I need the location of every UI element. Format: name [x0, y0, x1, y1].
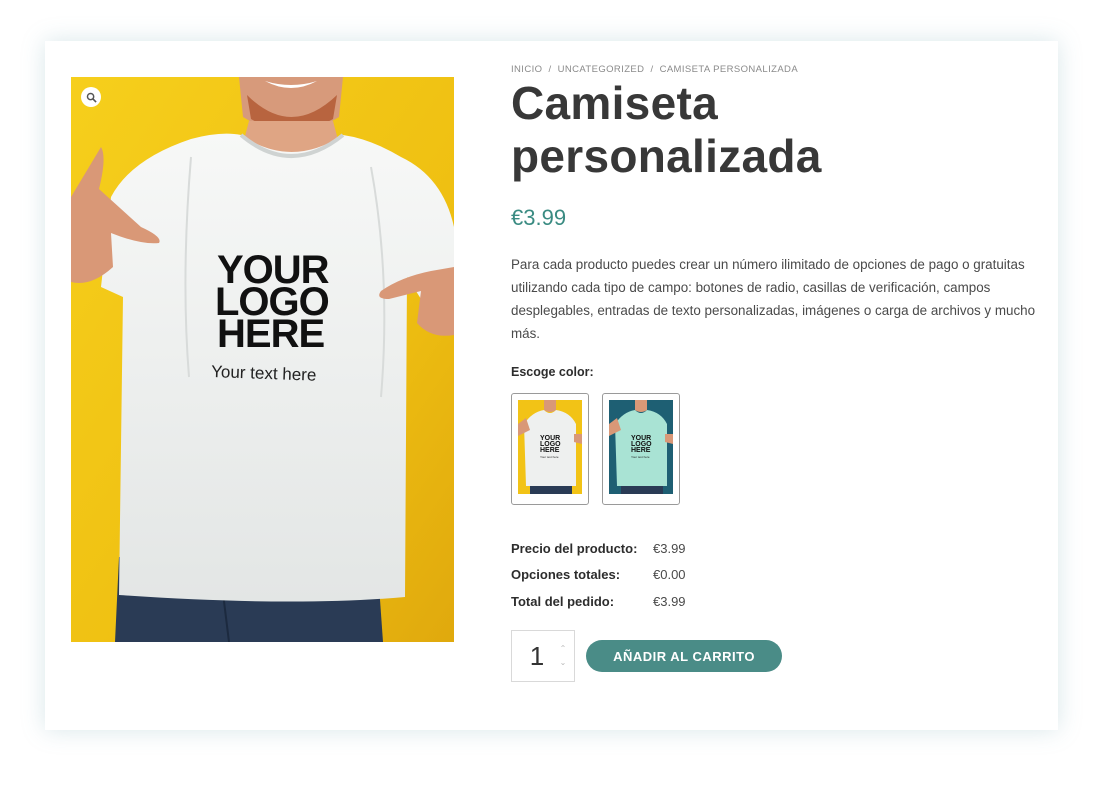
color-swatch-teal[interactable]: YOUR LOGO HERE Your text here: [602, 393, 680, 505]
price-totals: Precio del producto: €3.99 Opciones tota…: [511, 535, 686, 615]
product-price: €3.99: [511, 205, 567, 230]
order-total-row: Total del pedido: €3.99: [511, 588, 686, 615]
product-description: Para cada producto puedes crear un númer…: [511, 257, 1036, 341]
breadcrumb: INICIO / UNCATEGORIZED / CAMISETA PERSON…: [511, 64, 798, 75]
product-image[interactable]: YOUR LOGO HERE Your text here: [71, 77, 454, 642]
order-total-value: €3.99: [653, 593, 686, 609]
svg-text:Your text here: Your text here: [540, 455, 559, 459]
chevron-up-icon[interactable]: ⌃: [560, 645, 567, 653]
print-line-3: HERE: [217, 312, 324, 356]
breadcrumb-home-link[interactable]: INICIO: [511, 64, 542, 75]
svg-text:Your text here: Your text here: [631, 455, 650, 459]
order-total-label: Total del pedido:: [511, 593, 615, 609]
product-price-row: Precio del producto: €3.99: [511, 535, 686, 562]
options-total-label: Opciones totales:: [511, 567, 621, 583]
product-price-label: Precio del producto:: [511, 540, 638, 556]
add-to-cart-button[interactable]: AÑADIR AL CARRITO: [586, 640, 782, 672]
swatch-yellow-image: YOUR LOGO HERE Your text here: [518, 400, 582, 494]
color-swatches: YOUR LOGO HERE Your text here YOUR LOGO …: [511, 393, 680, 505]
breadcrumb-separator: /: [650, 64, 654, 75]
breadcrumb-separator: /: [548, 64, 552, 75]
breadcrumb-category-link[interactable]: UNCATEGORIZED: [558, 64, 645, 75]
quantity-arrows: ⌃ ⌄: [558, 645, 568, 667]
color-swatch-yellow[interactable]: YOUR LOGO HERE Your text here: [511, 393, 589, 505]
chevron-down-icon[interactable]: ⌄: [560, 659, 567, 667]
svg-text:HERE: HERE: [540, 447, 560, 454]
product-card: YOUR LOGO HERE Your text here INICIO / U…: [45, 41, 1058, 730]
color-option-label: Escoge color:: [511, 365, 594, 379]
svg-text:HERE: HERE: [631, 447, 651, 454]
breadcrumb-current: CAMISETA PERSONALIZADA: [659, 64, 799, 75]
product-photo: YOUR LOGO HERE Your text here: [71, 77, 454, 642]
quantity-input[interactable]: [512, 631, 562, 681]
options-total-row: Opciones totales: €0.00: [511, 562, 686, 589]
swatch-teal-image: YOUR LOGO HERE Your text here: [609, 400, 673, 494]
quantity-stepper: ⌃ ⌄: [511, 630, 575, 682]
options-total-value: €0.00: [653, 567, 686, 583]
zoom-button[interactable]: [81, 87, 101, 107]
product-title: Camiseta personalizada: [511, 77, 822, 182]
add-to-cart-form: ⌃ ⌄ AÑADIR AL CARRITO: [511, 630, 782, 682]
print-line-4: Your text here: [211, 362, 317, 385]
magnifier-icon: [86, 92, 97, 103]
product-price-value: €3.99: [653, 540, 686, 556]
